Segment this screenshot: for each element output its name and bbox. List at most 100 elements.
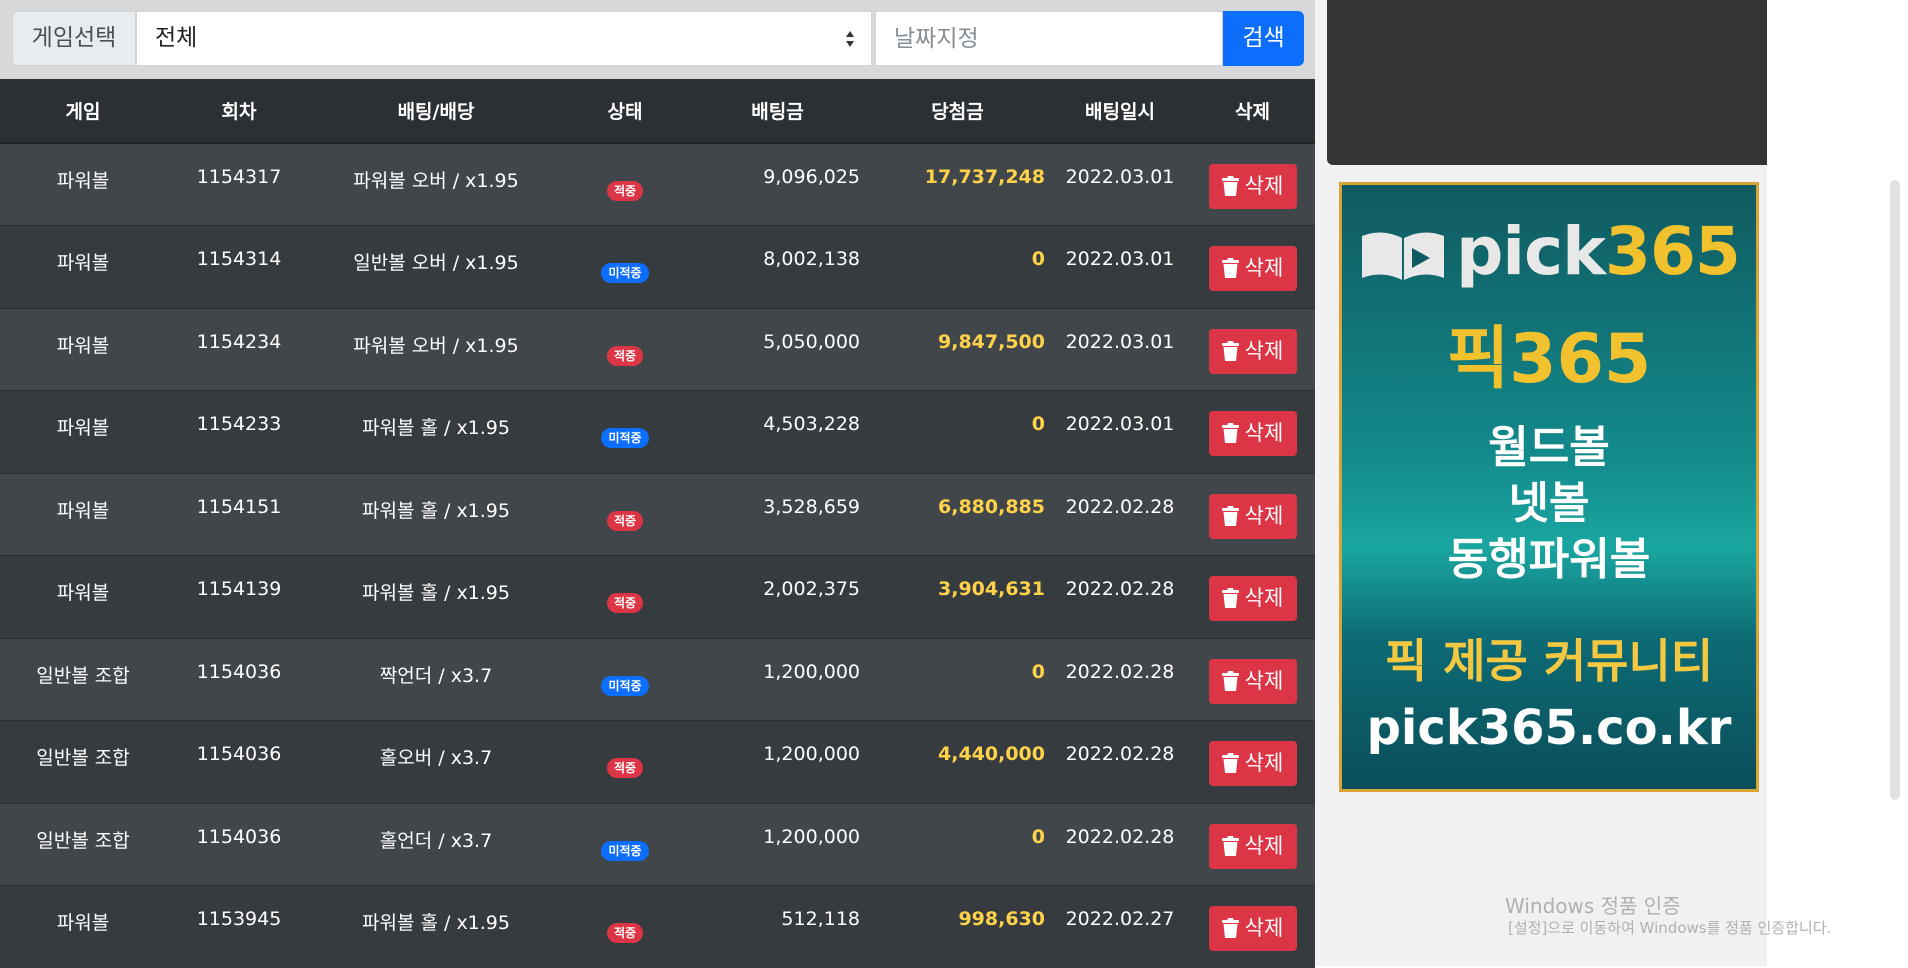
cell-win: 6,880,885: [865, 473, 1050, 556]
ad-tagline: 픽 제공 커뮤니티: [1342, 625, 1756, 691]
page-scrollbar[interactable]: [1890, 180, 1900, 800]
cell-amount: 9,096,025: [690, 143, 865, 226]
cell-game: 파워볼: [0, 308, 166, 391]
table-row: 파워볼1154233파워볼 홀 / x1.95미적중4,503,22802022…: [0, 391, 1315, 474]
cell-date: 2022.03.01: [1050, 391, 1190, 474]
delete-label: 삭제: [1245, 751, 1284, 775]
header-delete: 삭제: [1190, 79, 1315, 143]
status-badge: 적중: [607, 758, 643, 778]
cell-bet: 홀언더 / x3.7: [312, 803, 560, 886]
delete-button[interactable]: 삭제: [1209, 411, 1297, 456]
cell-bet: 파워볼 오버 / x1.95: [312, 308, 560, 391]
cell-round: 1154036: [166, 721, 312, 804]
delete-button[interactable]: 삭제: [1209, 576, 1297, 621]
ad-game-list: 월드볼 넷볼 동행파워볼: [1342, 420, 1756, 588]
status-badge: 적중: [607, 181, 643, 201]
windows-activation-title: Windows 정품 인증: [1505, 890, 1681, 919]
cell-delete: 삭제: [1190, 721, 1315, 804]
cell-game: 일반볼 조합: [0, 721, 166, 804]
delete-button[interactable]: 삭제: [1209, 164, 1297, 209]
delete-button[interactable]: 삭제: [1209, 246, 1297, 291]
cell-game: 파워볼: [0, 391, 166, 474]
delete-button[interactable]: 삭제: [1209, 494, 1297, 539]
header-amount: 배팅금: [690, 79, 865, 143]
table-row: 일반볼 조합1154036짝언더 / x3.7미적중1,200,00002022…: [0, 638, 1315, 721]
cell-amount: 1,200,000: [690, 721, 865, 804]
cell-date: 2022.02.28: [1050, 721, 1190, 804]
ad-title-kr: 픽365: [1342, 303, 1756, 402]
cell-round: 1154233: [166, 391, 312, 474]
cell-status: 적중: [560, 308, 690, 391]
ad-logo-number: 365: [1605, 213, 1740, 290]
ad-banner[interactable]: pick365 픽365 월드볼 넷볼 동행파워볼 픽 제공 커뮤니티 pick…: [1339, 182, 1759, 792]
cell-delete: 삭제: [1190, 473, 1315, 556]
date-input[interactable]: [875, 11, 1223, 66]
cell-date: 2022.02.28: [1050, 803, 1190, 886]
cell-delete: 삭제: [1190, 556, 1315, 639]
table-row: 파워볼1153945파워볼 홀 / x1.95적중512,118998,6302…: [0, 886, 1315, 968]
cell-status: 적중: [560, 721, 690, 804]
table-row: 파워볼1154317파워볼 오버 / x1.95적중9,096,02517,73…: [0, 143, 1315, 226]
cell-status: 미적중: [560, 638, 690, 721]
delete-button[interactable]: 삭제: [1209, 741, 1297, 786]
cell-date: 2022.03.01: [1050, 143, 1190, 226]
table-row: 파워볼1154151파워볼 홀 / x1.95적중3,528,6596,880,…: [0, 473, 1315, 556]
bet-history-table: 게임 회차 배팅/배당 상태 배팅금 당첨금 배팅일시 삭제 파워볼115431…: [0, 79, 1315, 968]
cell-date: 2022.03.01: [1050, 226, 1190, 309]
cell-amount: 4,503,228: [690, 391, 865, 474]
cell-status: 적중: [560, 556, 690, 639]
cell-status: 미적중: [560, 391, 690, 474]
game-select-value: 전체: [155, 25, 197, 51]
cell-amount: 8,002,138: [690, 226, 865, 309]
status-badge: 적중: [607, 593, 643, 613]
cell-game: 파워볼: [0, 226, 166, 309]
cell-status: 적중: [560, 886, 690, 968]
trash-icon: [1222, 588, 1239, 608]
cell-date: 2022.02.28: [1050, 638, 1190, 721]
delete-button[interactable]: 삭제: [1209, 906, 1297, 951]
cell-bet: 파워볼 홀 / x1.95: [312, 473, 560, 556]
cell-game: 파워볼: [0, 556, 166, 639]
delete-button[interactable]: 삭제: [1209, 659, 1297, 704]
delete-label: 삭제: [1245, 421, 1284, 445]
game-select[interactable]: 전체: [136, 11, 872, 66]
cell-game: 파워볼: [0, 473, 166, 556]
cell-delete: 삭제: [1190, 886, 1315, 968]
delete-button[interactable]: 삭제: [1209, 329, 1297, 374]
cell-game: 일반볼 조합: [0, 638, 166, 721]
cell-date: 2022.03.01: [1050, 308, 1190, 391]
trash-icon: [1222, 918, 1239, 938]
cell-delete: 삭제: [1190, 308, 1315, 391]
trash-icon: [1222, 258, 1239, 278]
delete-label: 삭제: [1245, 916, 1284, 940]
cell-win: 9,847,500: [865, 308, 1050, 391]
ad-line: 월드볼: [1342, 420, 1756, 476]
header-round: 회차: [166, 79, 312, 143]
cell-delete: 삭제: [1190, 143, 1315, 226]
cell-win: 0: [865, 226, 1050, 309]
cell-amount: 3,528,659: [690, 473, 865, 556]
trash-icon: [1222, 506, 1239, 526]
status-badge: 미적중: [601, 428, 648, 448]
cell-round: 1154139: [166, 556, 312, 639]
ad-url: pick365.co.kr: [1342, 700, 1756, 756]
cell-status: 미적중: [560, 226, 690, 309]
delete-label: 삭제: [1245, 669, 1284, 693]
side-dark-panel: [1327, 0, 1767, 165]
table-row: 일반볼 조합1154036홀오버 / x3.7적중1,200,0004,440,…: [0, 721, 1315, 804]
cell-round: 1153945: [166, 886, 312, 968]
table-row: 파워볼1154234파워볼 오버 / x1.95적중5,050,0009,847…: [0, 308, 1315, 391]
cell-amount: 5,050,000: [690, 308, 865, 391]
cell-bet: 파워볼 오버 / x1.95: [312, 143, 560, 226]
search-button[interactable]: 검색: [1223, 11, 1304, 66]
cell-status: 적중: [560, 473, 690, 556]
table-row: 일반볼 조합1154036홀언더 / x3.7미적중1,200,00002022…: [0, 803, 1315, 886]
delete-button[interactable]: 삭제: [1209, 824, 1297, 869]
ad-logo: pick365: [1342, 213, 1756, 290]
delete-label: 삭제: [1245, 504, 1284, 528]
cell-bet: 파워볼 홀 / x1.95: [312, 391, 560, 474]
header-date: 배팅일시: [1050, 79, 1190, 143]
ad-line: 넷볼: [1342, 476, 1756, 532]
delete-label: 삭제: [1245, 174, 1284, 198]
trash-icon: [1222, 753, 1239, 773]
